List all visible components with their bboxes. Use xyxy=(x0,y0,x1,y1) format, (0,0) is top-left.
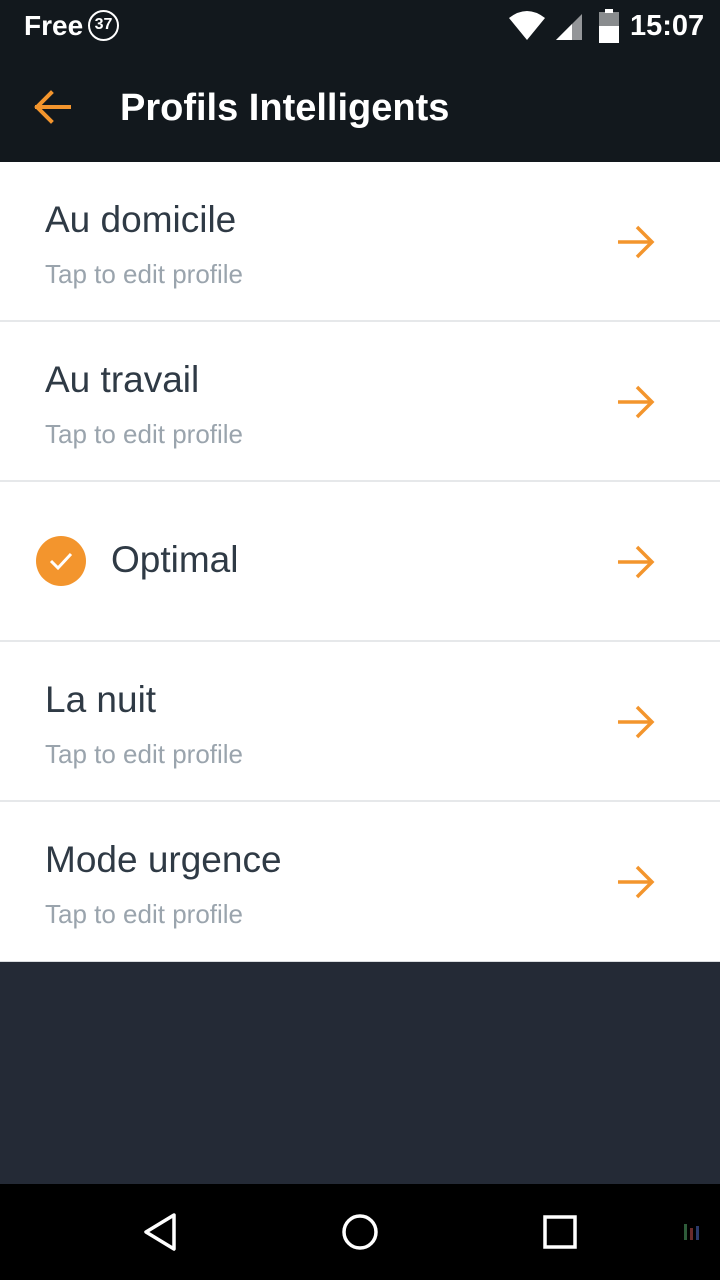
arrow-right-icon xyxy=(618,545,655,579)
profile-name: Mode urgence xyxy=(45,839,282,880)
profile-item-mode-urgence[interactable]: Mode urgence Tap to edit profile xyxy=(0,802,720,962)
profile-subtitle: Tap to edit profile xyxy=(45,899,244,929)
profile-item-au-travail[interactable]: Au travail Tap to edit profile xyxy=(0,322,720,482)
signal-bars-icon xyxy=(684,1224,699,1240)
arrow-right-icon xyxy=(618,385,655,419)
nav-home-button[interactable] xyxy=(334,1206,386,1258)
arrow-right-icon xyxy=(618,865,655,899)
open-profile-button[interactable] xyxy=(610,378,662,426)
arrow-right-icon xyxy=(618,705,655,739)
status-clock: 15:07 xyxy=(630,10,705,42)
profile-subtitle: Tap to edit profile xyxy=(45,259,244,289)
profile-item-la-nuit[interactable]: La nuit Tap to edit profile xyxy=(0,642,720,802)
open-profile-button[interactable] xyxy=(610,698,662,746)
open-profile-button[interactable] xyxy=(610,218,662,266)
profile-item-optimal[interactable]: Optimal xyxy=(0,482,720,642)
back-triangle-icon xyxy=(144,1213,176,1251)
back-button[interactable] xyxy=(24,79,80,135)
notification-count-badge: 37 xyxy=(88,10,119,41)
cell-signal-icon xyxy=(556,14,582,40)
profile-name: La nuit xyxy=(45,679,157,720)
profile-item-au-domicile[interactable]: Au domicile Tap to edit profile xyxy=(0,162,720,322)
arrow-right-icon xyxy=(618,225,655,259)
home-circle-icon xyxy=(342,1214,378,1250)
wifi-icon xyxy=(509,11,545,40)
open-profile-button[interactable] xyxy=(610,538,662,586)
profile-list: Au domicile Tap to edit profile Au trava… xyxy=(0,162,720,962)
system-nav-bar xyxy=(0,1184,720,1280)
status-bar: Free 37 15:07 xyxy=(0,0,720,52)
profile-name: Au domicile xyxy=(45,199,237,240)
profile-subtitle: Tap to edit profile xyxy=(45,739,244,769)
recents-square-icon xyxy=(543,1215,577,1249)
carrier-name: Free xyxy=(24,10,84,41)
profile-name: Optimal xyxy=(111,539,239,580)
profile-subtitle: Tap to edit profile xyxy=(45,419,244,449)
battery-icon xyxy=(599,9,619,43)
app-bar: Profils Intelligents xyxy=(0,52,720,162)
nav-back-button[interactable] xyxy=(134,1206,186,1258)
profile-name: Au travail xyxy=(45,359,200,400)
nav-recents-button[interactable] xyxy=(534,1206,586,1258)
open-profile-button[interactable] xyxy=(610,858,662,906)
active-check-icon xyxy=(36,536,86,586)
arrow-left-icon xyxy=(34,90,71,124)
page-title: Profils Intelligents xyxy=(120,87,450,129)
